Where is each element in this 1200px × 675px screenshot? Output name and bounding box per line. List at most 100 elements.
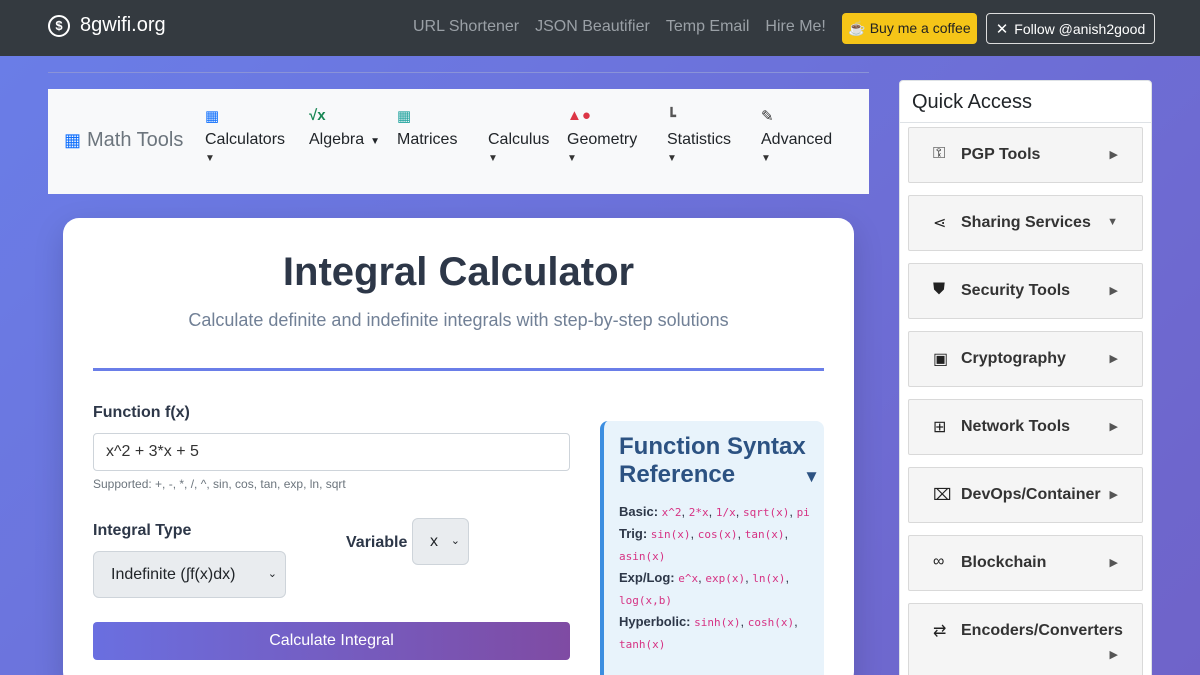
quick-access-item-label: Encoders/Converters [961, 622, 1123, 639]
math-tools-title: Math Tools [87, 129, 184, 151]
nav-advanced[interactable]: ✎ Advanced ▼ [761, 107, 832, 164]
nav-calculus-label: Calculus [488, 131, 550, 148]
syntax-code: cos(x) [697, 528, 738, 541]
nav-calculators-label: Calculators [205, 131, 286, 148]
divider [48, 72, 869, 73]
temp-email-link[interactable]: Temp Email [666, 18, 750, 36]
syntax-code: 2*x [688, 506, 709, 519]
nav-geometry-label: Geometry [567, 131, 638, 148]
syntax-code: asin(x) [619, 550, 666, 563]
follow-button[interactable]: ✕ Follow @anish2good [986, 13, 1155, 44]
syntax-row: Trig: sin(x), cos(x), tan(x), asin(x) [619, 526, 789, 563]
table-icon: ▦ [397, 108, 412, 125]
math-tools-nav: ▦ Math Tools ▦ Calculators ▼ √x Algebra ▼… [48, 89, 869, 194]
hire-me-link[interactable]: Hire Me! [765, 18, 825, 36]
page-subtitle: Calculate definite and indefinite integr… [188, 310, 729, 330]
shapes-icon: ▲● [567, 107, 591, 124]
chevron-down-icon: ▼ [667, 153, 677, 164]
syntax-reference-title: Function Syntax Reference [619, 433, 806, 488]
nav-calculators[interactable]: ▦ Calculators ▼ [205, 107, 285, 164]
quick-access-item[interactable]: ⌧ DevOps/Container ▶ [908, 467, 1143, 523]
variable-select[interactable]: x ⌄ [412, 518, 469, 565]
chevron-down-icon: ▼ [488, 153, 498, 164]
integral-type-select[interactable]: Indefinite (∫f(x)dx) ⌄ [93, 551, 286, 598]
chevron-right-icon: ▶ [1109, 421, 1118, 433]
calculus-icon [488, 107, 549, 127]
chevron-down-icon: ⌄ [450, 535, 460, 547]
quick-access-item-label: Blockchain [961, 554, 1047, 571]
follow-label: Follow @anish2good [1014, 20, 1146, 37]
quick-access-item[interactable]: ⇄ Encoders/Converters ▶ [908, 603, 1143, 675]
syntax-code: sqrt(x) [742, 506, 790, 519]
chevron-down-icon: ▼ [567, 153, 577, 164]
shield-icon: ⛊ [933, 281, 946, 298]
calculate-integral-button[interactable]: Calculate Integral [93, 622, 570, 660]
quick-access-item-label: Network Tools [961, 418, 1071, 435]
json-beautifier-link[interactable]: JSON Beautifier [535, 18, 650, 36]
network-icon: ⊞ [933, 419, 947, 436]
quick-access-item-label: Cryptography [961, 350, 1066, 367]
nav-calculus[interactable]: Calculus ▼ [488, 107, 549, 164]
brand-link[interactable]: $ 8gwifi.org [48, 14, 166, 37]
lock-icon: ▣ [933, 351, 949, 368]
syntax-code: e^x [678, 572, 699, 585]
syntax-code: tan(x) [744, 528, 785, 541]
quick-access-item-label: Security Tools [961, 282, 1071, 299]
x-logo-icon: ✕ [995, 20, 1009, 38]
syntax-code: sinh(x) [694, 616, 741, 629]
syntax-code: cosh(x) [747, 616, 795, 629]
pencil-icon: ✎ [761, 108, 774, 125]
chevron-right-icon: ▶ [1109, 149, 1118, 161]
top-navbar: $ 8gwifi.org URL Shortener JSON Beautifi… [0, 0, 1200, 56]
chevron-right-icon: ▶ [1109, 557, 1118, 569]
function-input[interactable]: x^2 + 3*x + 5 [93, 433, 570, 471]
chevron-right-icon: ▶ [1109, 353, 1118, 365]
quick-access-item-label: PGP Tools [961, 146, 1041, 163]
brand-name: 8gwifi.org [80, 14, 166, 36]
square-root-icon: √x [309, 107, 326, 124]
nav-statistics[interactable]: ┗ Statistics ▼ [667, 107, 731, 164]
quick-access-item[interactable]: ∞ Blockchain ▶ [908, 535, 1143, 591]
docker-icon: ⌧ [933, 487, 952, 504]
quick-access-item[interactable]: ⚿ PGP Tools ▶ [908, 127, 1143, 183]
url-shortener-link[interactable]: URL Shortener [413, 18, 519, 36]
syntax-row-label: Exp/Log: [619, 570, 679, 585]
syntax-row: Hyperbolic: sinh(x), cosh(x), tanh(x) [619, 614, 798, 651]
nav-geometry[interactable]: ▲● Geometry ▼ [567, 107, 637, 164]
syntax-reference-body: Basic: x^2, 2*x, 1/x, sqrt(x), pi Trig: s… [619, 501, 812, 655]
chevron-right-icon: ▶ [1109, 285, 1118, 297]
variable-label: Variable [346, 534, 408, 551]
syntax-row-label: Hyperbolic: [619, 614, 695, 629]
syntax-row-label: Basic: [619, 504, 662, 519]
nav-algebra[interactable]: √x Algebra ▼ [309, 107, 380, 149]
calculator-icon: ▦ [205, 108, 220, 125]
syntax-reference-panel: Function Syntax Reference ▼ Basic: x^2, … [600, 421, 824, 675]
quick-access-panel: Quick Access ⚿ PGP Tools ▶ ⋖ Sharing Service… [899, 80, 1152, 675]
quick-access-item-label: Sharing Services [961, 214, 1091, 231]
quick-access-item[interactable]: ⋖ Sharing Services ▼ [908, 195, 1143, 251]
quick-access-item-label: DevOps/Container [961, 486, 1101, 503]
page-title: Integral Calculator [282, 250, 635, 294]
chevron-down-icon: ⌄ [267, 568, 277, 580]
chevron-right-icon: ▶ [1109, 489, 1118, 501]
math-tools-brand[interactable]: ▦ Math Tools [64, 129, 183, 152]
syntax-row: Basic: x^2, 2*x, 1/x, sqrt(x), pi [619, 504, 810, 519]
nav-matrices[interactable]: ▦ Matrices [397, 107, 457, 149]
syntax-reference-toggle[interactable]: Function Syntax Reference ▼ [619, 433, 820, 489]
quick-access-item[interactable]: ⛊ Security Tools ▶ [908, 263, 1143, 319]
syntax-row: Exp/Log: e^x, exp(x), ln(x), log(x,b) [619, 570, 790, 607]
exchange-icon: ⇄ [933, 623, 947, 640]
function-help-text: Supported: +, -, *, /, ^, sin, cos, tan,… [93, 477, 346, 491]
syntax-code: sin(x) [650, 528, 691, 541]
buy-coffee-button[interactable]: ☕ Buy me a coffee [842, 13, 977, 44]
quick-access-item[interactable]: ▣ Cryptography ▶ [908, 331, 1143, 387]
function-label: Function f(x) [93, 404, 190, 421]
nav-algebra-label: Algebra [309, 131, 365, 148]
quick-access-item[interactable]: ⊞ Network Tools ▶ [908, 399, 1143, 455]
syntax-code: exp(x) [705, 572, 746, 585]
nav-matrices-label: Matrices [397, 131, 458, 148]
syntax-code: tanh(x) [619, 638, 666, 651]
link-icon: ∞ [933, 553, 945, 570]
brand-logo-icon: $ [48, 14, 70, 37]
syntax-code: x^2 [661, 506, 682, 519]
